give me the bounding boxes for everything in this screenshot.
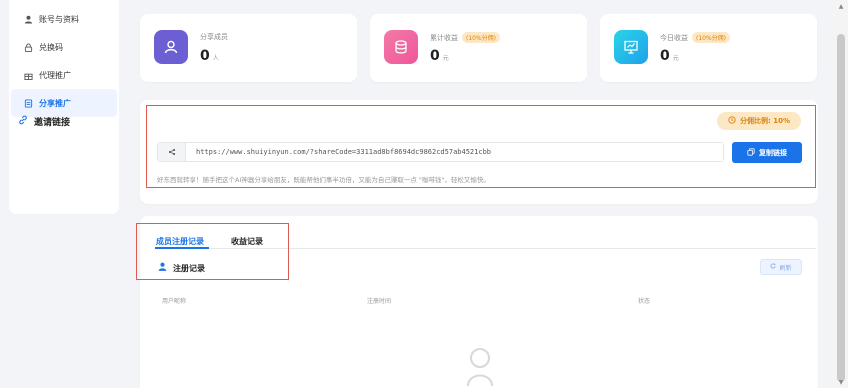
sidebar-item-agent[interactable]: 代理推广 — [11, 61, 117, 89]
scroll-down-icon[interactable]: ▼ — [837, 378, 845, 386]
stat-card-members: 分享成员 0人 — [140, 14, 357, 82]
invite-url-text[interactable]: https://www.shuiyinyun.com/?shareCode=33… — [186, 148, 491, 156]
database-icon — [384, 30, 418, 64]
user-icon — [154, 30, 188, 64]
document-icon — [23, 98, 33, 108]
commission-ratio-badge: 分佣比例: 10% — [717, 112, 801, 130]
commission-badge: (10%分佣) — [462, 32, 501, 43]
sidebar-item-label: 账号与资料 — [39, 14, 79, 24]
stat-label: 分享成员 — [200, 33, 228, 41]
stat-label: 今日收益 — [660, 33, 688, 42]
empty-state-user-icon — [466, 346, 494, 388]
share-icon — [158, 143, 186, 161]
stat-card-total-earnings: 累计收益 (10%分佣) 0元 — [370, 14, 587, 82]
sidebar-item-account[interactable]: 账号与资料 — [11, 5, 117, 33]
invite-title: 邀请链接 — [18, 115, 70, 128]
highlight-box-records — [136, 223, 289, 280]
gift-icon — [23, 70, 33, 80]
refresh-icon — [770, 263, 777, 271]
refresh-label: 刷新 — [779, 264, 792, 272]
sidebar-item-label: 分享推广 — [39, 98, 71, 108]
presentation-icon — [614, 30, 648, 64]
copy-link-button[interactable]: 复制链接 — [732, 142, 802, 163]
stat-unit: 元 — [672, 55, 679, 62]
copy-icon — [747, 147, 755, 158]
sidebar-item-share[interactable]: 分享推广 — [11, 89, 117, 117]
refresh-button[interactable]: 刷新 — [760, 259, 802, 275]
stat-value: 0 — [200, 48, 210, 64]
invite-tip: 好东西就转享！随手把这个AI神器分享给朋友，既能帮他们事半功倍，又能为自己赚取一… — [157, 176, 490, 184]
sidebar-item-redeem[interactable]: 兑换码 — [11, 33, 117, 61]
invite-url-field[interactable]: https://www.shuiyinyun.com/?shareCode=33… — [157, 142, 724, 162]
stat-unit: 人 — [212, 55, 219, 62]
copy-link-label: 复制链接 — [759, 148, 787, 157]
commission-badge: (10%分佣) — [692, 32, 731, 43]
stat-label: 累计收益 — [430, 33, 458, 42]
column-header-status: 状态 — [638, 298, 651, 305]
stat-unit: 元 — [442, 55, 449, 62]
user-icon — [23, 14, 33, 24]
link-icon — [18, 115, 28, 128]
scroll-up-icon[interactable]: ▲ — [837, 2, 845, 10]
sidebar-item-label: 兑换码 — [39, 42, 63, 52]
clock-icon — [728, 116, 736, 126]
stat-card-today-earnings: 今日收益 (10%分佣) 0元 — [600, 14, 817, 82]
sidebar: 账号与资料 兑换码 代理推广 分享推广 — [9, 0, 119, 214]
commission-ratio-text: 分佣比例: 10% — [740, 117, 790, 125]
stat-value: 0 — [430, 48, 440, 64]
scrollbar-thumb[interactable] — [837, 34, 845, 382]
invite-title-text: 邀请链接 — [34, 118, 71, 128]
column-header-register-time: 注册时间 — [367, 298, 392, 305]
column-header-nickname: 用户昵称 — [162, 298, 187, 305]
stat-value: 0 — [660, 48, 670, 64]
lock-icon — [23, 42, 33, 52]
sidebar-item-label: 代理推广 — [39, 70, 71, 80]
